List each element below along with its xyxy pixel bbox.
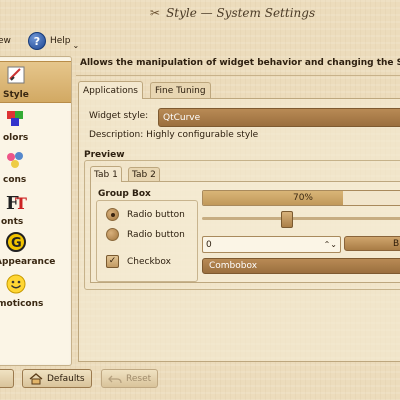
help-label: Help: [50, 36, 71, 46]
radio-button-2[interactable]: Radio button: [106, 228, 185, 241]
overview-label: ew: [0, 36, 11, 46]
sidebar-item-label: Appearance: [0, 257, 56, 267]
combobox-value: Combobox: [209, 261, 258, 271]
progress-text: 70%: [292, 193, 313, 203]
tab-fine-tuning[interactable]: Fine Tuning: [150, 82, 211, 99]
tools-icon: ✂: [150, 6, 161, 20]
emoticons-icon: [6, 274, 26, 294]
window-title: Style — System Settings: [166, 6, 316, 20]
description-row: Description: Highly configurable style: [89, 130, 258, 140]
spinbox[interactable]: 0 ⌃⌄: [202, 236, 341, 253]
radio-button-1[interactable]: Radio button: [106, 208, 185, 221]
window-title-group: ✂ Style — System Settings: [150, 6, 315, 20]
radio-indicator: [106, 228, 119, 241]
colors-icon: [7, 111, 23, 126]
help-icon: ?: [28, 32, 46, 50]
radio-label: Radio button: [127, 209, 185, 220]
appearance-icon: G: [6, 232, 26, 252]
checkbox[interactable]: ✓ Checkbox: [106, 255, 171, 268]
progress-bar: 70%: [202, 190, 400, 206]
defaults-label: Defaults: [47, 373, 85, 384]
widget-style-combobox[interactable]: QtCurve: [158, 108, 400, 127]
sidebar-item-icons[interactable]: cons: [0, 147, 71, 187]
undo-icon: [108, 375, 122, 383]
home-icon: [29, 372, 43, 384]
svg-text:T: T: [15, 194, 27, 213]
title-bar: ✂ Style — System Settings: [0, 0, 400, 28]
tab-label: Fine Tuning: [155, 86, 206, 96]
preview-title: Preview: [84, 150, 125, 160]
chevron-down-icon: ⌄: [72, 40, 80, 50]
sidebar-item-label: onts: [1, 217, 24, 227]
reset-label: Reset: [126, 373, 152, 384]
spin-arrows-icon[interactable]: ⌃⌄: [324, 237, 337, 252]
checkmark-icon: ✓: [106, 255, 119, 268]
radio-indicator: [106, 208, 119, 221]
description-label: Description:: [89, 130, 144, 140]
sidebar-item-label: Style: [3, 90, 29, 100]
groupbox-title: Group Box: [98, 189, 151, 199]
header-divider: [76, 75, 400, 76]
sidebar: Style olors cons F T onts G Appearance m…: [0, 56, 72, 366]
preview-button[interactable]: B: [344, 236, 400, 251]
sidebar-item-label: olors: [3, 133, 29, 143]
spinbox-value: 0: [206, 239, 212, 250]
svg-text:G: G: [11, 236, 22, 251]
preview-button-label: B: [393, 238, 400, 249]
slider-handle[interactable]: [281, 211, 293, 228]
sidebar-item-colors[interactable]: olors: [0, 105, 71, 145]
fonts-icon: F T: [6, 193, 27, 213]
sidebar-item-fonts[interactable]: F T onts: [0, 189, 71, 229]
tab-label: Tab 1: [94, 169, 118, 180]
sidebar-item-label: Emoticons: [0, 299, 44, 309]
preview-tab-1[interactable]: Tab 1: [90, 166, 122, 182]
widget-style-value: QtCurve: [163, 112, 201, 123]
preview-tab-2[interactable]: Tab 2: [128, 167, 160, 182]
icons-icon: [7, 152, 23, 168]
style-icon: [7, 66, 25, 84]
preview-combobox[interactable]: Combobox: [202, 258, 400, 274]
description-value: Highly configurable style: [146, 130, 259, 140]
overview-button[interactable]: ew: [0, 31, 11, 51]
toolbar: ew ? Help ⌄: [0, 28, 400, 54]
tab-applications[interactable]: Applications: [78, 81, 143, 99]
sidebar-item-appearance[interactable]: G Appearance: [0, 229, 71, 269]
sidebar-item-emoticons[interactable]: Emoticons: [0, 271, 71, 311]
widget-style-label: Widget style:: [89, 111, 149, 121]
sidebar-item-label: cons: [3, 175, 27, 185]
help-button[interactable]: ? Help ⌄: [28, 31, 79, 51]
radio-label: Radio button: [127, 229, 185, 240]
defaults-button[interactable]: Defaults: [22, 369, 92, 388]
sidebar-item-style[interactable]: Style: [0, 61, 71, 103]
checkbox-label: Checkbox: [127, 256, 171, 267]
help-bottom-button[interactable]: [0, 369, 14, 388]
reset-button[interactable]: Reset: [101, 369, 159, 388]
slider-track[interactable]: [202, 217, 400, 220]
tab-label: Tab 2: [132, 170, 156, 180]
tab-label: Applications: [83, 85, 138, 96]
module-description: Allows the manipulation of widget behavi…: [80, 58, 400, 68]
